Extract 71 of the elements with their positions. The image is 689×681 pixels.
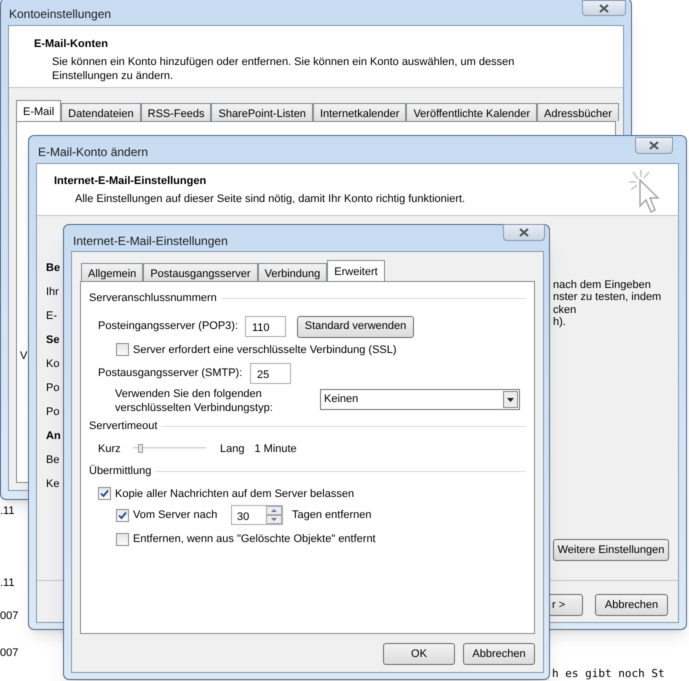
form-label: Se: [46, 333, 60, 348]
group-title: Übermittlung: [89, 464, 152, 479]
form-label: E-: [46, 309, 57, 324]
header-title: Internet-E-Mail-Einstellungen: [54, 174, 208, 189]
slider-min-label: Kurz: [98, 442, 122, 456]
remove-after-suffix: Tagen entfernen: [292, 508, 372, 523]
background-text: .11: [0, 576, 14, 591]
outgoing-label: Postausgangsserver (SMTP):: [98, 366, 244, 382]
remove-deleted-label: Entfernen, wenn aus "Gelöschte Objekte" entfernt: [133, 532, 376, 547]
background-text: .11: [0, 504, 14, 519]
tab[interactable]: Veröffentlichte Kalender: [406, 103, 538, 121]
form-label: An: [46, 429, 61, 444]
group-title: Servertimeout: [89, 419, 158, 434]
remove-after-label: Vom Server nach: [133, 508, 218, 523]
header-text: Sie können ein Konto hinzufügen oder entfernen. Sie können ein Konto auswählen, um dessen Einstellungen zu ändern.: [52, 54, 516, 82]
close-button[interactable]: [503, 224, 545, 241]
tab[interactable]: SharePoint-Listen: [211, 103, 313, 121]
form-label: Po: [46, 381, 60, 396]
header-title: E-Mail-Konten: [34, 37, 109, 52]
form-label: Ke: [46, 477, 60, 492]
incoming-port-field[interactable]: 110: [245, 316, 286, 337]
form-label: Ko: [46, 357, 60, 372]
close-icon: [599, 4, 609, 12]
close-icon: [519, 228, 529, 237]
close-button[interactable]: [635, 137, 673, 154]
form-label: Be: [46, 261, 60, 276]
background-text: h es gibt noch St: [552, 666, 665, 681]
slider-max-label: Lang: [220, 442, 244, 456]
window-title: Kontoeinstellungen: [9, 6, 112, 23]
window-title: Internet-E-Mail-Einstellungen: [73, 233, 228, 250]
encryption-dropdown[interactable]: Keinen: [320, 389, 520, 410]
encryption-label: Verwenden Sie den folgenden verschlüsselten Verbindungstyp:: [115, 387, 274, 415]
cancel-button[interactable]: Abbrechen: [595, 594, 668, 616]
close-icon: [649, 141, 659, 150]
incoming-label: Posteingangsserver (POP3):: [98, 319, 240, 334]
tab[interactable]: Adressbücher: [537, 103, 619, 121]
tab[interactable]: Datendateien: [61, 103, 141, 121]
keep-copy-label: Kopie aller Nachrichten auf dem Server belassen: [115, 486, 354, 502]
close-button[interactable]: [582, 0, 626, 16]
background-text: 007: [0, 646, 18, 661]
partial-label: V: [20, 349, 28, 364]
default-button[interactable]: Standard verwenden: [297, 316, 414, 338]
outgoing-port-field[interactable]: 25: [250, 363, 291, 384]
window-title: E-Mail-Konto ändern: [38, 144, 148, 161]
spinner-arrows-icon: [266, 506, 282, 524]
form-label: Ihr: [46, 285, 59, 300]
slider-reading: 1 Minute: [254, 442, 297, 456]
checkbox[interactable]: [116, 343, 129, 356]
group-title: Serveranschlussnummern: [89, 291, 217, 306]
checkbox[interactable]: [116, 532, 129, 546]
tab[interactable]: Internetkalender: [312, 103, 406, 121]
background-text: 007: [0, 609, 18, 624]
ok-button[interactable]: OK: [383, 643, 455, 665]
timeout-slider[interactable]: [133, 444, 206, 454]
header-text: Alle Einstellungen auf dieser Seite sind nötig, damit Ihr Konto richtig funktioniert.: [75, 192, 466, 206]
tab[interactable]: Verbindung: [258, 263, 328, 281]
tab[interactable]: Allgemein: [81, 263, 144, 281]
checkbox[interactable]: [116, 508, 129, 522]
checkbox[interactable]: [98, 487, 111, 500]
more-settings-button[interactable]: Weitere Einstellungen: [553, 539, 669, 561]
next-button[interactable]: r >: [547, 594, 583, 616]
tab[interactable]: Postausgangsserver: [143, 263, 258, 281]
ssl-label: Server erfordert eine verschlüsselte Verbindung (SSL): [133, 342, 397, 358]
cancel-button[interactable]: Abbrechen: [463, 643, 535, 665]
form-label: Po: [46, 405, 60, 420]
days-spinner[interactable]: 30: [231, 505, 283, 525]
form-label: Be: [46, 453, 60, 468]
tab[interactable]: Erweitert: [327, 260, 385, 281]
tab[interactable]: RSS-Feeds: [140, 103, 212, 121]
tab[interactable]: E-Mail: [16, 100, 62, 121]
info-text: nach dem Eingeben nster zu testen, indem cken h).: [553, 279, 662, 328]
